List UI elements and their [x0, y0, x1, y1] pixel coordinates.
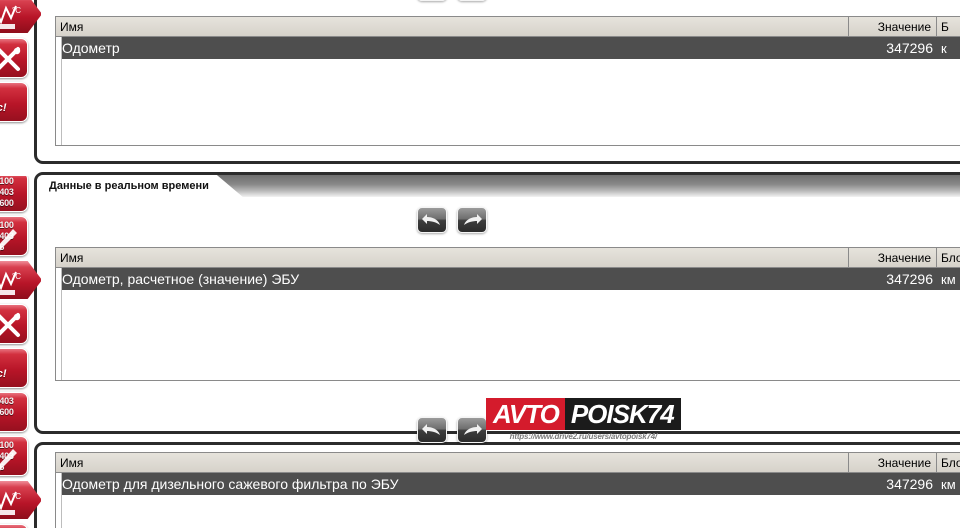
cell-unit: км — [941, 271, 956, 287]
cell-name: Одометр — [62, 40, 120, 56]
sidebar-item-tic-2[interactable]: c!tic! — [0, 348, 28, 388]
tic-tic-icon: c!tic! — [0, 102, 7, 114]
table-row[interactable]: Одометр для дизельного сажевого фильтра … — [56, 473, 960, 495]
grid-header-row: Имя Значение Бло — [56, 453, 960, 473]
svg-text:°C: °C — [12, 492, 21, 501]
nav-buttons-top — [417, 0, 487, 1]
dtc-codes-label: P0403P0600 — [0, 396, 14, 417]
arrow-forward-curved-icon — [464, 423, 482, 435]
column-header-value[interactable]: Значение — [849, 17, 937, 37]
sidebar-item-dtc-codes-2[interactable]: P0100P0403P0600 — [0, 176, 28, 212]
back-button[interactable] — [417, 0, 447, 1]
grid-empty-area — [56, 290, 960, 380]
forward-button[interactable] — [457, 0, 487, 1]
forward-button[interactable] — [457, 207, 487, 233]
column-header-name[interactable]: Имя — [56, 17, 849, 37]
back-button[interactable] — [417, 207, 447, 233]
table-row[interactable]: Одометр 347296 к — [56, 37, 960, 59]
data-grid-bottom[interactable]: Имя Значение Бло Одометр для дизельного … — [55, 452, 960, 528]
nav-buttons-middle — [417, 207, 487, 233]
dtc-probe-icon — [0, 229, 17, 251]
back-button[interactable] — [417, 417, 447, 443]
grid-row-gutter — [56, 268, 62, 380]
arrow-forward-curved-icon — [464, 213, 482, 225]
cell-value: 347296 — [886, 271, 933, 287]
column-header-block[interactable]: Бло — [937, 248, 960, 268]
column-header-block[interactable]: Б — [937, 17, 960, 37]
table-row[interactable]: Одометр, расчетное (значение) ЭБУ 347296… — [56, 268, 960, 290]
sidebar-item-service-tools-3[interactable] — [0, 524, 28, 528]
grid-header-row: Имя Значение Б — [56, 17, 960, 37]
watermark: AVTO POISK74 https://www.drive2.ru/users… — [486, 398, 681, 441]
column-header-name[interactable]: Имя — [56, 248, 849, 268]
data-grid-middle[interactable]: Имя Значение Бло Одометр, расчетное (зна… — [55, 247, 960, 381]
forward-button[interactable] — [457, 417, 487, 443]
panel-bottom: Имя Значение Бло Одометр для дизельного … — [34, 417, 960, 528]
column-header-value[interactable]: Значение — [849, 248, 937, 268]
live-graph-icon: °C — [0, 5, 21, 29]
grid-row-gutter — [56, 473, 62, 528]
watermark-url: https://www.drive2.ru/users/avtopoisk74/ — [509, 432, 658, 441]
cell-unit: км — [941, 476, 956, 492]
tic-tic-icon: c!tic! — [0, 368, 7, 380]
sidebar-item-service-tools-2[interactable] — [0, 304, 28, 344]
cell-value: 347296 — [886, 476, 933, 492]
cell-name: Одометр, расчетное (значение) ЭБУ — [62, 271, 300, 287]
live-graph-icon: °C — [0, 491, 21, 515]
grid-empty-area — [56, 495, 960, 528]
cell-value: 347296 — [886, 40, 933, 56]
grid-header-row: Имя Значение Бло — [56, 248, 960, 268]
svg-text:°C: °C — [12, 272, 21, 281]
tab-strip: Данные в реальном времени — [37, 175, 960, 197]
sidebar-item-dtc-probe-3[interactable]: P0100P0403P06 — [0, 436, 28, 476]
service-tools-icon — [0, 47, 21, 71]
cell-name: Одометр для дизельного сажевого фильтра … — [62, 476, 399, 492]
arrow-back-curved-icon — [422, 423, 440, 435]
sidebar-item-tic-1[interactable]: c!tic! — [0, 82, 28, 122]
nav-buttons-bottom — [417, 417, 487, 443]
dtc-codes-label: P0100P0403P0600 — [0, 176, 14, 208]
sidebar-item-service-tools-1[interactable] — [0, 38, 28, 78]
sidebar-item-dtc-probe-2[interactable]: P0100P0403P06 — [0, 216, 28, 256]
watermark-logo: AVTO POISK74 — [486, 398, 681, 430]
data-grid-top[interactable]: Имя Значение Б Одометр 347296 к — [55, 16, 960, 146]
diagnostic-app-screen: P0100P0403P0600 °C — [0, 0, 960, 528]
column-header-block[interactable]: Бло — [937, 453, 960, 473]
panel-middle: Данные в реальном времени Имя Значение Б… — [34, 172, 960, 434]
dtc-probe-icon — [0, 449, 17, 471]
watermark-brand-part1: AVTO — [486, 398, 565, 430]
cell-unit: к — [941, 40, 947, 56]
arrow-back-curved-icon — [422, 213, 440, 225]
sidebar-item-dtc-codes-3[interactable]: P0403P0600 — [0, 392, 28, 432]
service-tools-icon — [0, 313, 21, 337]
panel-top: Имя Значение Б Одометр 347296 к — [34, 0, 960, 164]
live-graph-icon: °C — [0, 271, 21, 295]
svg-text:°C: °C — [12, 6, 21, 15]
grid-empty-area — [56, 59, 960, 145]
tab-realtime-data[interactable]: Данные в реальном времени — [37, 175, 243, 197]
grid-row-gutter — [56, 37, 62, 145]
column-header-name[interactable]: Имя — [56, 453, 849, 473]
watermark-brand-part2: POISK74 — [564, 398, 681, 430]
column-header-value[interactable]: Значение — [849, 453, 937, 473]
